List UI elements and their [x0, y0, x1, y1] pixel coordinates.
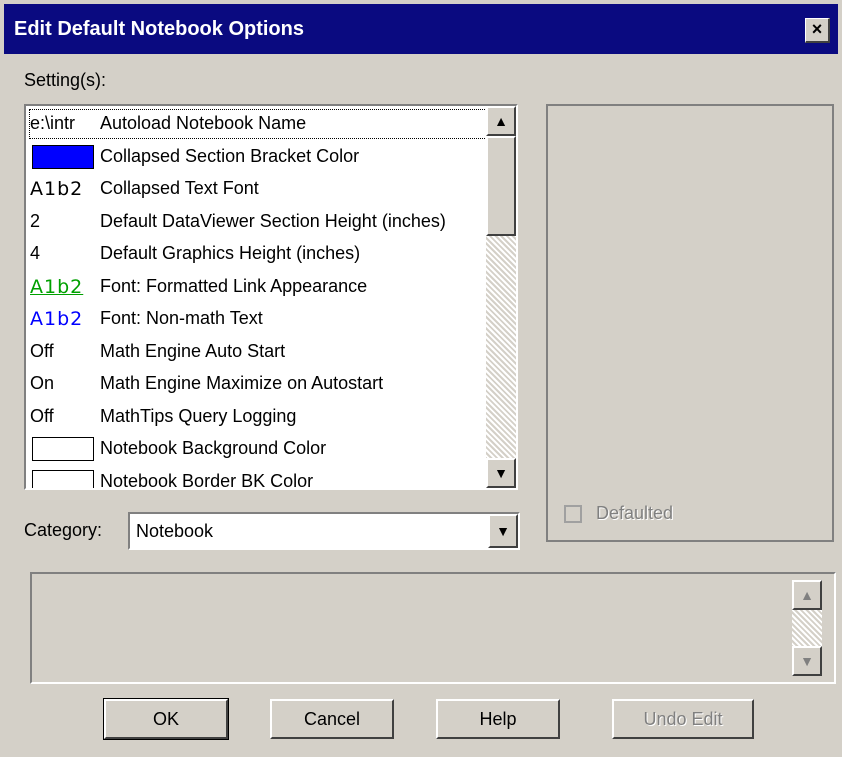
- setting-value: 4: [30, 243, 41, 263]
- setting-row[interactable]: Notebook Border BK Color: [28, 466, 488, 490]
- defaulted-checkbox[interactable]: [564, 505, 582, 523]
- setting-row[interactable]: Notebook Background Color: [28, 433, 488, 465]
- setting-row[interactable]: 4 Default Graphics Height (inches): [28, 238, 488, 270]
- setting-value: Off: [30, 405, 54, 426]
- desc-scroll-down-icon[interactable]: ▼: [792, 646, 822, 676]
- setting-row[interactable]: Collapsed Section Bracket Color: [28, 141, 488, 173]
- dialog-title: Edit Default Notebook Options: [14, 18, 304, 40]
- setting-name: Collapsed Section Bracket Color: [100, 145, 360, 166]
- desc-scroll-up-icon[interactable]: ▲: [792, 580, 822, 610]
- setting-row[interactable]: A1b2 Font: Formatted Link Appearance: [28, 271, 488, 303]
- setting-row[interactable]: Off MathTips Query Logging: [28, 401, 488, 433]
- edit-options-dialog: Edit Default Notebook Options × Setting(…: [0, 0, 842, 757]
- setting-name: Math Engine Maximize on Autostart: [100, 373, 384, 393]
- setting-name: Default DataViewer Section Height (inche…: [100, 210, 446, 231]
- setting-row[interactable]: A1b2 Collapsed Text Font: [28, 173, 488, 205]
- settings-label: Setting(s):: [24, 70, 107, 90]
- defaulted-label: Defaulted: [596, 503, 674, 523]
- help-button[interactable]: Help: [436, 699, 560, 739]
- description-scrollbar[interactable]: ▲ ▼: [792, 580, 822, 676]
- undo-edit-button[interactable]: Undo Edit: [612, 699, 754, 739]
- setting-value: e:\intr: [30, 113, 76, 133]
- setting-name: Default Graphics Height (inches): [100, 243, 361, 263]
- color-swatch: [32, 144, 94, 169]
- settings-scrollbar[interactable]: ▲ ▼: [486, 106, 516, 488]
- setting-row[interactable]: On Math Engine Maximize on Autostart: [28, 368, 488, 400]
- setting-value: On: [30, 373, 55, 393]
- setting-row[interactable]: 2 Default DataViewer Section Height (inch…: [28, 206, 488, 238]
- setting-name: Notebook Background Color: [100, 438, 327, 458]
- font-sample: A1b2: [30, 308, 84, 330]
- setting-name: Math Engine Auto Start: [100, 340, 286, 361]
- font-sample: A1b2: [30, 178, 84, 200]
- setting-row[interactable]: A1b2 Font: Non-math Text: [28, 303, 488, 335]
- setting-row[interactable]: Off Math Engine Auto Start: [28, 336, 488, 368]
- setting-name: Notebook Border BK Color: [100, 470, 314, 490]
- setting-name: Collapsed Text Font: [100, 178, 259, 198]
- category-select[interactable]: Notebook ▼: [128, 512, 520, 550]
- settings-list[interactable]: e:\intr Autoload Notebook Name Collapsed S…: [24, 104, 518, 490]
- setting-name: Font: Formatted Link Appearance: [100, 275, 368, 296]
- color-swatch: [32, 437, 94, 461]
- ok-button[interactable]: OK: [103, 698, 229, 740]
- scroll-down-icon[interactable]: ▼: [486, 458, 516, 488]
- chevron-down-icon[interactable]: ▼: [488, 514, 518, 548]
- category-value: Notebook: [136, 521, 214, 541]
- scroll-up-icon[interactable]: ▲: [486, 106, 516, 136]
- setting-row[interactable]: e:\intr Autoload Notebook Name: [28, 108, 488, 140]
- setting-name: MathTips Query Logging: [100, 405, 297, 426]
- close-icon[interactable]: ×: [805, 18, 830, 43]
- setting-name: Autoload Notebook Name: [100, 113, 307, 133]
- cancel-button[interactable]: Cancel: [270, 699, 394, 739]
- scroll-thumb[interactable]: [486, 136, 516, 236]
- color-swatch: [32, 469, 94, 488]
- setting-value: 2: [30, 210, 41, 231]
- font-sample: A1b2: [30, 275, 84, 298]
- title-bar[interactable]: Edit Default Notebook Options ×: [4, 4, 838, 54]
- setting-name: Font: Non-math Text: [100, 308, 263, 328]
- setting-value: Off: [30, 340, 54, 361]
- category-label: Category:: [24, 520, 103, 540]
- description-box: ▲ ▼: [30, 572, 836, 684]
- setting-editor-panel: [546, 104, 834, 542]
